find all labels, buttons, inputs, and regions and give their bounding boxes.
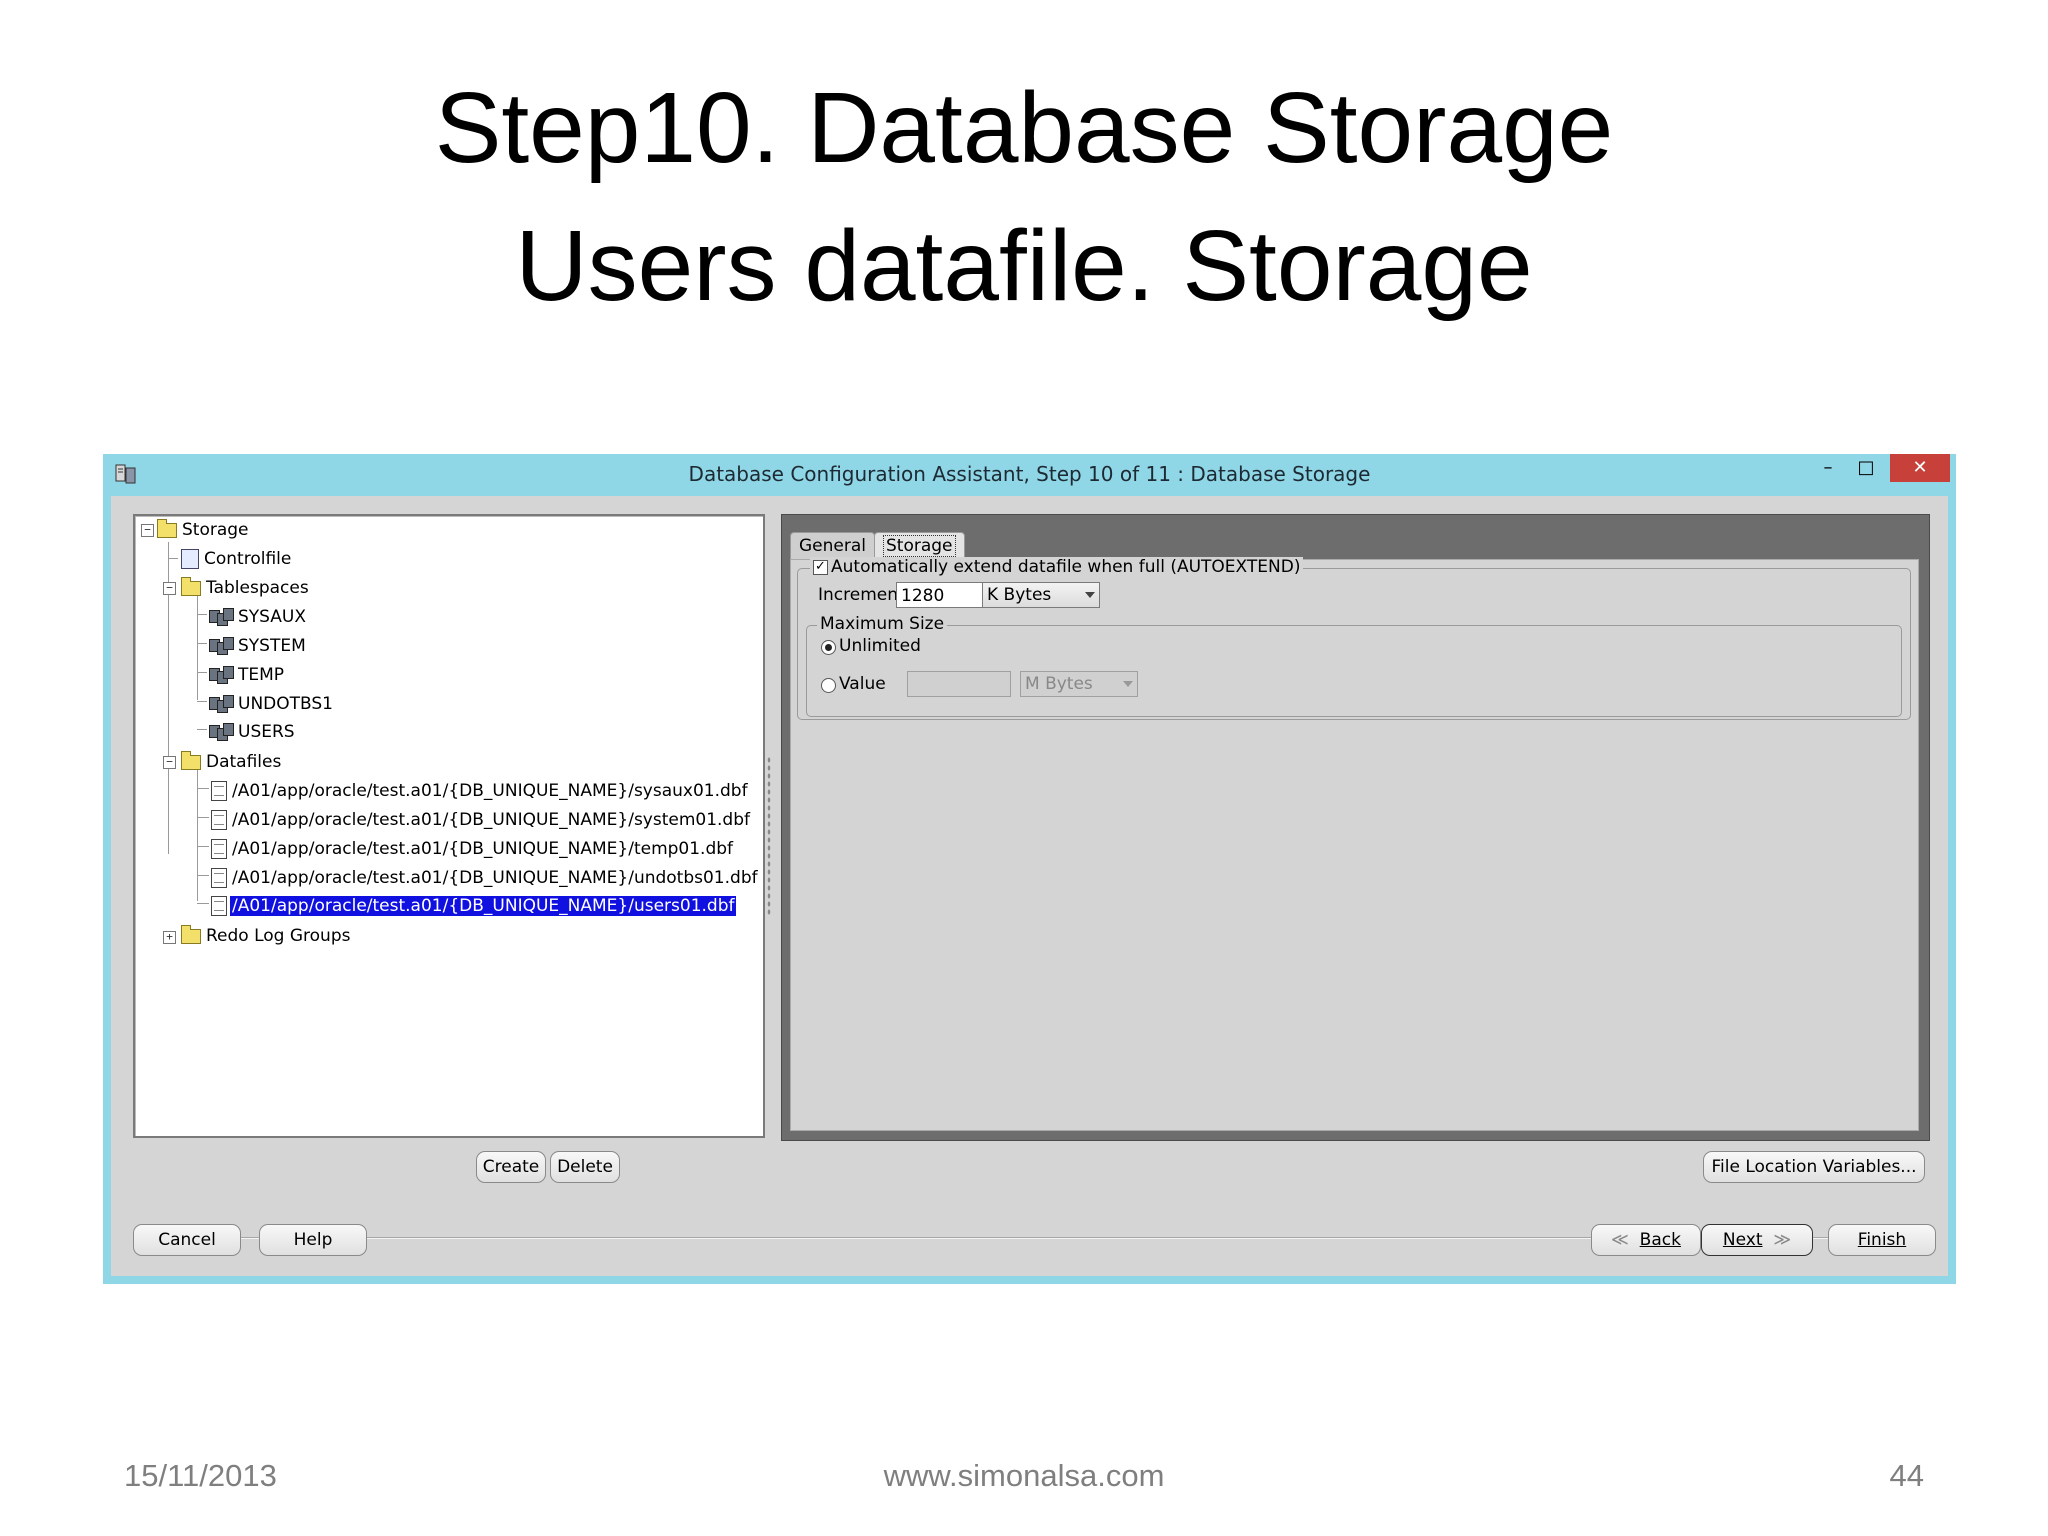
cancel-button[interactable]: Cancel	[133, 1224, 241, 1256]
window-titlebar[interactable]: Database Configuration Assistant, Step 1…	[103, 454, 1956, 494]
maximize-button[interactable]: □	[1848, 454, 1884, 482]
tree-node-datafile[interactable]: /A01/app/oracle/test.a01/{DB_UNIQUE_NAME…	[211, 835, 735, 863]
delete-button[interactable]: Delete	[550, 1151, 620, 1183]
tree-node-tablespaces[interactable]: Tablespaces	[181, 574, 311, 602]
folder-icon	[181, 750, 201, 770]
datafile-icon	[211, 896, 227, 916]
storage-tab-body: ✓ Automatically extend datafile when full…	[790, 557, 1919, 1131]
tree-node-tablespace[interactable]: SYSAUX	[209, 603, 308, 631]
maximum-size-group: Maximum Size Unlimited Value M Bytes	[806, 614, 1902, 717]
tree-node-redo-log-groups[interactable]: Redo Log Groups	[181, 922, 352, 950]
window-client-area: − Storage Controlfile − Tablespaces SYSA…	[111, 496, 1948, 1276]
max-size-unit-select[interactable]: M Bytes	[1020, 671, 1138, 697]
chevron-right-icon: ≫	[1773, 1230, 1792, 1250]
storage-collapse-toggle[interactable]: −	[141, 524, 154, 537]
datafile-icon	[211, 810, 227, 830]
slide-title-line-2: Users datafile. Storage	[515, 210, 1533, 322]
tree-node-tablespace[interactable]: USERS	[209, 718, 297, 746]
tab-general[interactable]: General	[790, 532, 875, 559]
chevron-down-icon	[1085, 592, 1095, 598]
maximum-size-legend: Maximum Size	[817, 614, 948, 634]
back-button[interactable]: ≪ Back	[1591, 1224, 1701, 1256]
tree-node-controlfile[interactable]: Controlfile	[181, 545, 293, 573]
tree-node-datafile[interactable]: /A01/app/oracle/test.a01/{DB_UNIQUE_NAME…	[211, 806, 752, 834]
chevron-down-icon	[1123, 681, 1133, 687]
window-title: Database Configuration Assistant, Step 1…	[688, 462, 1371, 486]
footer-url: www.simonalsa.com	[883, 1458, 1165, 1493]
storage-tree[interactable]: − Storage Controlfile − Tablespaces SYSA…	[133, 514, 765, 1138]
value-radio[interactable]	[821, 678, 836, 693]
help-button[interactable]: Help	[259, 1224, 367, 1256]
properties-panel: General Storage ✓ Automatically extend da…	[781, 514, 1930, 1141]
controlfile-icon	[181, 549, 199, 569]
tree-node-tablespace[interactable]: UNDOTBS1	[209, 690, 335, 718]
next-button[interactable]: Next ≫	[1701, 1224, 1813, 1256]
tablespace-icon	[209, 666, 234, 684]
folder-icon	[181, 576, 201, 596]
file-location-variables-button[interactable]: File Location Variables...	[1703, 1151, 1925, 1183]
tablespace-icon	[209, 637, 234, 655]
create-button[interactable]: Create	[476, 1151, 546, 1183]
tree-node-datafile[interactable]: /A01/app/oracle/test.a01/{DB_UNIQUE_NAME…	[211, 777, 750, 805]
autoextend-checkbox[interactable]: ✓ Automatically extend datafile when full…	[810, 557, 1304, 577]
datafile-icon	[211, 839, 227, 859]
datafile-icon	[211, 868, 227, 888]
unlimited-label: Unlimited	[839, 636, 921, 656]
tablespaces-collapse-toggle[interactable]: −	[163, 582, 176, 595]
folder-icon	[181, 924, 201, 944]
tree-node-tablespace[interactable]: SYSTEM	[209, 632, 308, 660]
chevron-left-icon: ≪	[1611, 1230, 1629, 1250]
datafile-icon	[211, 781, 227, 801]
tablespace-icon	[209, 723, 234, 741]
max-size-value-input[interactable]	[907, 671, 1011, 697]
autoextend-group: ✓ Automatically extend datafile when full…	[797, 557, 1911, 720]
datafiles-collapse-toggle[interactable]: −	[163, 756, 176, 769]
tree-node-datafiles[interactable]: Datafiles	[181, 748, 283, 776]
tree-node-datafile[interactable]: /A01/app/oracle/test.a01/{DB_UNIQUE_NAME…	[211, 864, 760, 892]
tablespace-icon	[209, 608, 234, 626]
tree-node-storage[interactable]: Storage	[157, 516, 251, 544]
panel-splitter[interactable]	[767, 756, 771, 916]
value-label: Value	[839, 674, 886, 694]
checkmark-icon: ✓	[813, 559, 828, 575]
tab-storage[interactable]: Storage	[874, 532, 965, 559]
slide-title-line-1: Step10. Database Storage	[434, 72, 1614, 184]
unlimited-radio[interactable]	[821, 640, 836, 655]
close-button[interactable]: ✕	[1890, 454, 1950, 482]
minimize-button[interactable]: –	[1810, 454, 1846, 482]
increment-unit-select[interactable]: K Bytes	[982, 582, 1100, 608]
footer-page-number: 44	[1889, 1458, 1924, 1493]
tree-node-datafile-selected[interactable]: /A01/app/oracle/test.a01/{DB_UNIQUE_NAME…	[211, 892, 738, 920]
tree-node-tablespace[interactable]: TEMP	[209, 661, 286, 689]
finish-button[interactable]: Finish	[1828, 1224, 1936, 1256]
redo-log-groups-expand-toggle[interactable]: +	[163, 931, 176, 944]
folder-icon	[157, 518, 177, 538]
tablespace-icon	[209, 695, 234, 713]
dbca-window: Database Configuration Assistant, Step 1…	[103, 454, 1956, 1284]
